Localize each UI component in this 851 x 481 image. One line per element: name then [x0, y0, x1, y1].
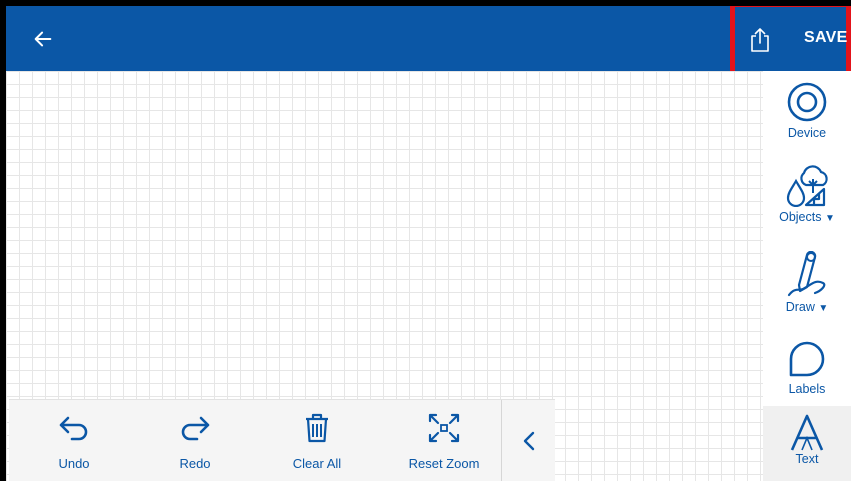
clear-all-button[interactable]: Clear All — [277, 400, 357, 481]
bottom-toolbar: Undo Redo Clear All Reset Zoom — [9, 399, 555, 481]
sidebar-item-label: Device — [787, 126, 827, 140]
sidebar-item-objects[interactable]: Objects ▼ — [763, 163, 851, 224]
sidebar-item-label: Labels — [788, 382, 826, 396]
chevron-left-icon — [523, 431, 534, 451]
dropdown-caret-icon: ▼ — [818, 303, 829, 314]
app-window: SAVE Device Objects ▼ Draw ▼ Labels Text… — [6, 6, 851, 481]
top-app-bar: SAVE — [6, 6, 851, 76]
device-circle-icon — [787, 82, 827, 122]
sidebar-item-text[interactable]: Text — [763, 406, 851, 481]
tool-sidebar: Device Objects ▼ Draw ▼ Labels Text — [763, 71, 851, 481]
objects-tree-icon — [786, 165, 828, 207]
sidebar-item-label: Text — [795, 452, 819, 466]
redo-button[interactable]: Redo — [165, 400, 225, 481]
back-button[interactable] — [28, 24, 58, 54]
undo-icon — [59, 416, 88, 441]
undo-button[interactable]: Undo — [44, 400, 104, 481]
sidebar-item-label: Draw ▼ — [785, 300, 829, 314]
sidebar-item-draw[interactable]: Draw ▼ — [763, 251, 851, 314]
dropdown-caret-icon: ▼ — [824, 213, 835, 224]
share-button[interactable] — [746, 25, 774, 55]
arrow-left-icon — [34, 31, 52, 47]
label-shape-icon — [789, 341, 825, 377]
reset-zoom-button[interactable]: Reset Zoom — [395, 400, 493, 481]
reset-zoom-icon — [428, 413, 460, 443]
text-a-icon — [790, 414, 824, 451]
trash-icon — [306, 413, 328, 443]
draw-pen-icon — [787, 251, 826, 297]
share-upload-icon — [751, 28, 769, 52]
sidebar-item-label: Objects ▼ — [779, 210, 835, 224]
redo-icon — [181, 416, 210, 441]
sidebar-item-labels[interactable]: Labels — [763, 339, 851, 396]
toolbar-divider — [501, 400, 502, 481]
save-button[interactable]: SAVE — [804, 29, 848, 47]
collapse-toolbar-button[interactable] — [506, 400, 551, 481]
sidebar-item-device[interactable]: Device — [763, 81, 851, 140]
